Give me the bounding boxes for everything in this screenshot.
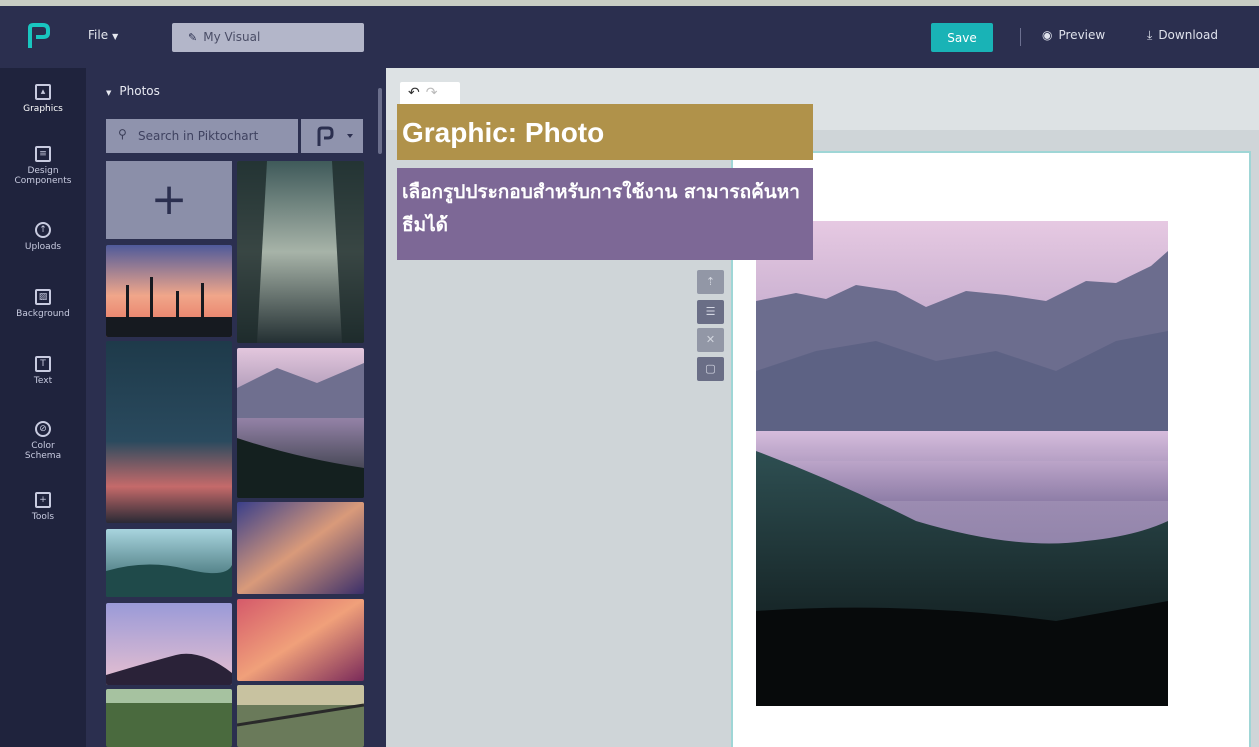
delete-tool-button[interactable]: ✕ [697, 328, 724, 352]
cloud-upload-icon: ↑ [35, 222, 51, 238]
search-icon: ⚲ [118, 127, 127, 141]
photo-source-dropdown[interactable] [301, 119, 363, 153]
copy-icon: ▢ [705, 362, 716, 375]
rail-item-background[interactable]: ▨ Background [0, 289, 86, 319]
photo-thumbnail[interactable] [106, 603, 232, 685]
plus-icon: + [150, 174, 188, 225]
window-strip [0, 0, 1259, 6]
layers-icon: ☰ [705, 305, 716, 318]
piktochart-source-icon [317, 126, 353, 146]
rail-item-design-components[interactable]: ≡ Design Components [0, 146, 86, 186]
close-icon: ✕ [705, 333, 716, 346]
photo-search-input[interactable] [106, 119, 298, 153]
rail-item-label: Background [16, 309, 70, 319]
rail-item-color-schema[interactable]: ⊘ Color Schema [0, 421, 86, 461]
file-menu[interactable]: File ▼ [88, 28, 118, 42]
text-icon: T [35, 356, 51, 372]
rail-item-uploads[interactable]: ↑ Uploads [0, 222, 86, 252]
rail-item-label: Color Schema [24, 441, 62, 461]
annotation-title: Graphic: Photo [397, 104, 813, 160]
rail-item-label: Text [33, 376, 53, 386]
photo-thumbnail[interactable] [237, 348, 364, 498]
rail-item-label: Uploads [24, 242, 62, 252]
photo-thumbnail[interactable] [106, 529, 232, 597]
rail-item-text[interactable]: T Text [0, 356, 86, 386]
upload-photo-tile[interactable]: + [106, 161, 232, 239]
align-tool-button[interactable]: ⇡ [697, 270, 724, 294]
photo-thumbnail[interactable] [106, 689, 232, 747]
preview-label: Preview [1058, 28, 1106, 42]
visual-title: My Visual [203, 30, 261, 44]
caret-down-icon: ▼ [106, 89, 112, 97]
annotation-description: เลือกรูปประกอบสำหรับการใช้งาน สามารถค้นห… [397, 168, 813, 260]
pencil-icon: ✎ [188, 31, 198, 44]
photo-thumbnail[interactable] [106, 341, 232, 523]
palette-icon: ⊘ [35, 421, 51, 437]
preview-button[interactable]: ◉ Preview [1042, 28, 1105, 42]
selected-photo[interactable] [756, 221, 1168, 706]
undo-redo-group[interactable]: ↶ ↷ [400, 82, 460, 106]
panel-scrollbar[interactable] [378, 88, 382, 154]
rail-item-tools[interactable]: + Tools [0, 492, 86, 522]
chevron-down-icon: ▼ [112, 32, 119, 41]
duplicate-tool-button[interactable]: ▢ [697, 357, 724, 381]
rail-item-label: Graphics [23, 104, 63, 114]
undo-icon[interactable]: ↶ [408, 85, 420, 101]
toolbar-divider [1020, 28, 1021, 46]
piktochart-logo-icon[interactable] [26, 22, 52, 50]
visual-title-field[interactable]: ✎ My Visual [172, 23, 364, 52]
align-icon: ⇡ [705, 275, 716, 288]
components-icon: ≡ [35, 146, 51, 162]
arrange-tool-button[interactable]: ☰ [697, 300, 724, 324]
rail-item-graphics[interactable]: ▴ Graphics [0, 84, 86, 114]
image-icon: ▴ [35, 84, 51, 100]
download-label: Download [1158, 28, 1218, 42]
photos-section-header[interactable]: ▼ Photos [106, 84, 160, 98]
photo-thumbnail[interactable] [106, 245, 232, 337]
file-menu-label: File [88, 28, 109, 42]
photo-thumbnail[interactable] [237, 599, 364, 681]
toolbox-icon: + [35, 492, 51, 508]
redo-icon[interactable]: ↷ [426, 85, 438, 101]
photo-thumbnail[interactable] [237, 161, 364, 343]
background-pattern-icon: ▨ [35, 289, 51, 305]
download-button[interactable]: ⤓ Download [1147, 28, 1218, 43]
download-icon: ⤓ [1147, 28, 1153, 42]
photo-thumbnail[interactable] [237, 502, 364, 594]
eye-icon: ◉ [1042, 28, 1053, 42]
photo-thumbnail[interactable] [237, 685, 364, 747]
rail-item-label: Tools [31, 512, 55, 522]
rail-item-label: Design Components [14, 166, 72, 186]
save-button[interactable]: Save [931, 23, 993, 52]
photos-section-title: Photos [119, 84, 160, 98]
